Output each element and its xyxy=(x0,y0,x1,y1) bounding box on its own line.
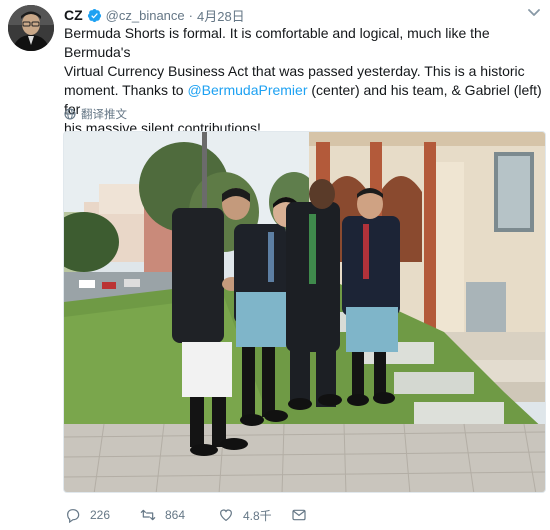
reply-count: 226 xyxy=(90,508,111,522)
tweet-actions: 226 864 4.8千 xyxy=(64,505,504,525)
author-name[interactable]: CZ xyxy=(64,7,83,23)
chevron-down-icon[interactable] xyxy=(528,8,540,18)
globe-icon xyxy=(64,108,76,120)
tweet-text-line: Virtual Currency Business Act that was p… xyxy=(64,63,525,79)
retweet-count: 864 xyxy=(165,508,186,522)
verified-badge-icon xyxy=(87,8,101,22)
tweet-text-line: moment. Thanks to @BermudaPremier (cente… xyxy=(64,81,546,119)
like-button[interactable]: 4.8千 xyxy=(217,505,272,525)
reply-icon xyxy=(67,509,80,523)
timestamp[interactable]: 4月28日 xyxy=(197,6,245,25)
direct-message-button[interactable] xyxy=(290,505,316,525)
avatar[interactable] xyxy=(8,5,54,51)
translate-label: 翻译推文 xyxy=(81,109,127,121)
like-icon xyxy=(220,509,232,522)
separator-dot: · xyxy=(188,7,193,23)
tweet-card: CZ @cz_binance · 4月28日 Bermuda Shorts is… xyxy=(0,0,550,530)
tweet-header: CZ @cz_binance · 4月28日 xyxy=(64,6,245,24)
retweet-icon xyxy=(140,509,156,521)
tweet-photo[interactable] xyxy=(63,131,546,493)
tweet-text-line: Bermuda Shorts is formal. It is comforta… xyxy=(64,25,490,60)
author-handle[interactable]: @cz_binance xyxy=(106,8,185,23)
photo-image xyxy=(64,132,545,492)
retweet-button[interactable]: 864 xyxy=(139,505,185,525)
direct-message-icon xyxy=(292,509,306,521)
tweet-text: Bermuda Shorts is formal. It is comforta… xyxy=(64,24,546,138)
tweet-text-segment: moment. Thanks to xyxy=(64,82,188,98)
mention-link[interactable]: @BermudaPremier xyxy=(187,82,307,98)
like-count: 4.8千 xyxy=(243,508,272,523)
translate-tweet-link[interactable]: 翻译推文 xyxy=(64,106,127,122)
avatar-image xyxy=(8,5,54,51)
reply-button[interactable]: 226 xyxy=(64,505,110,525)
